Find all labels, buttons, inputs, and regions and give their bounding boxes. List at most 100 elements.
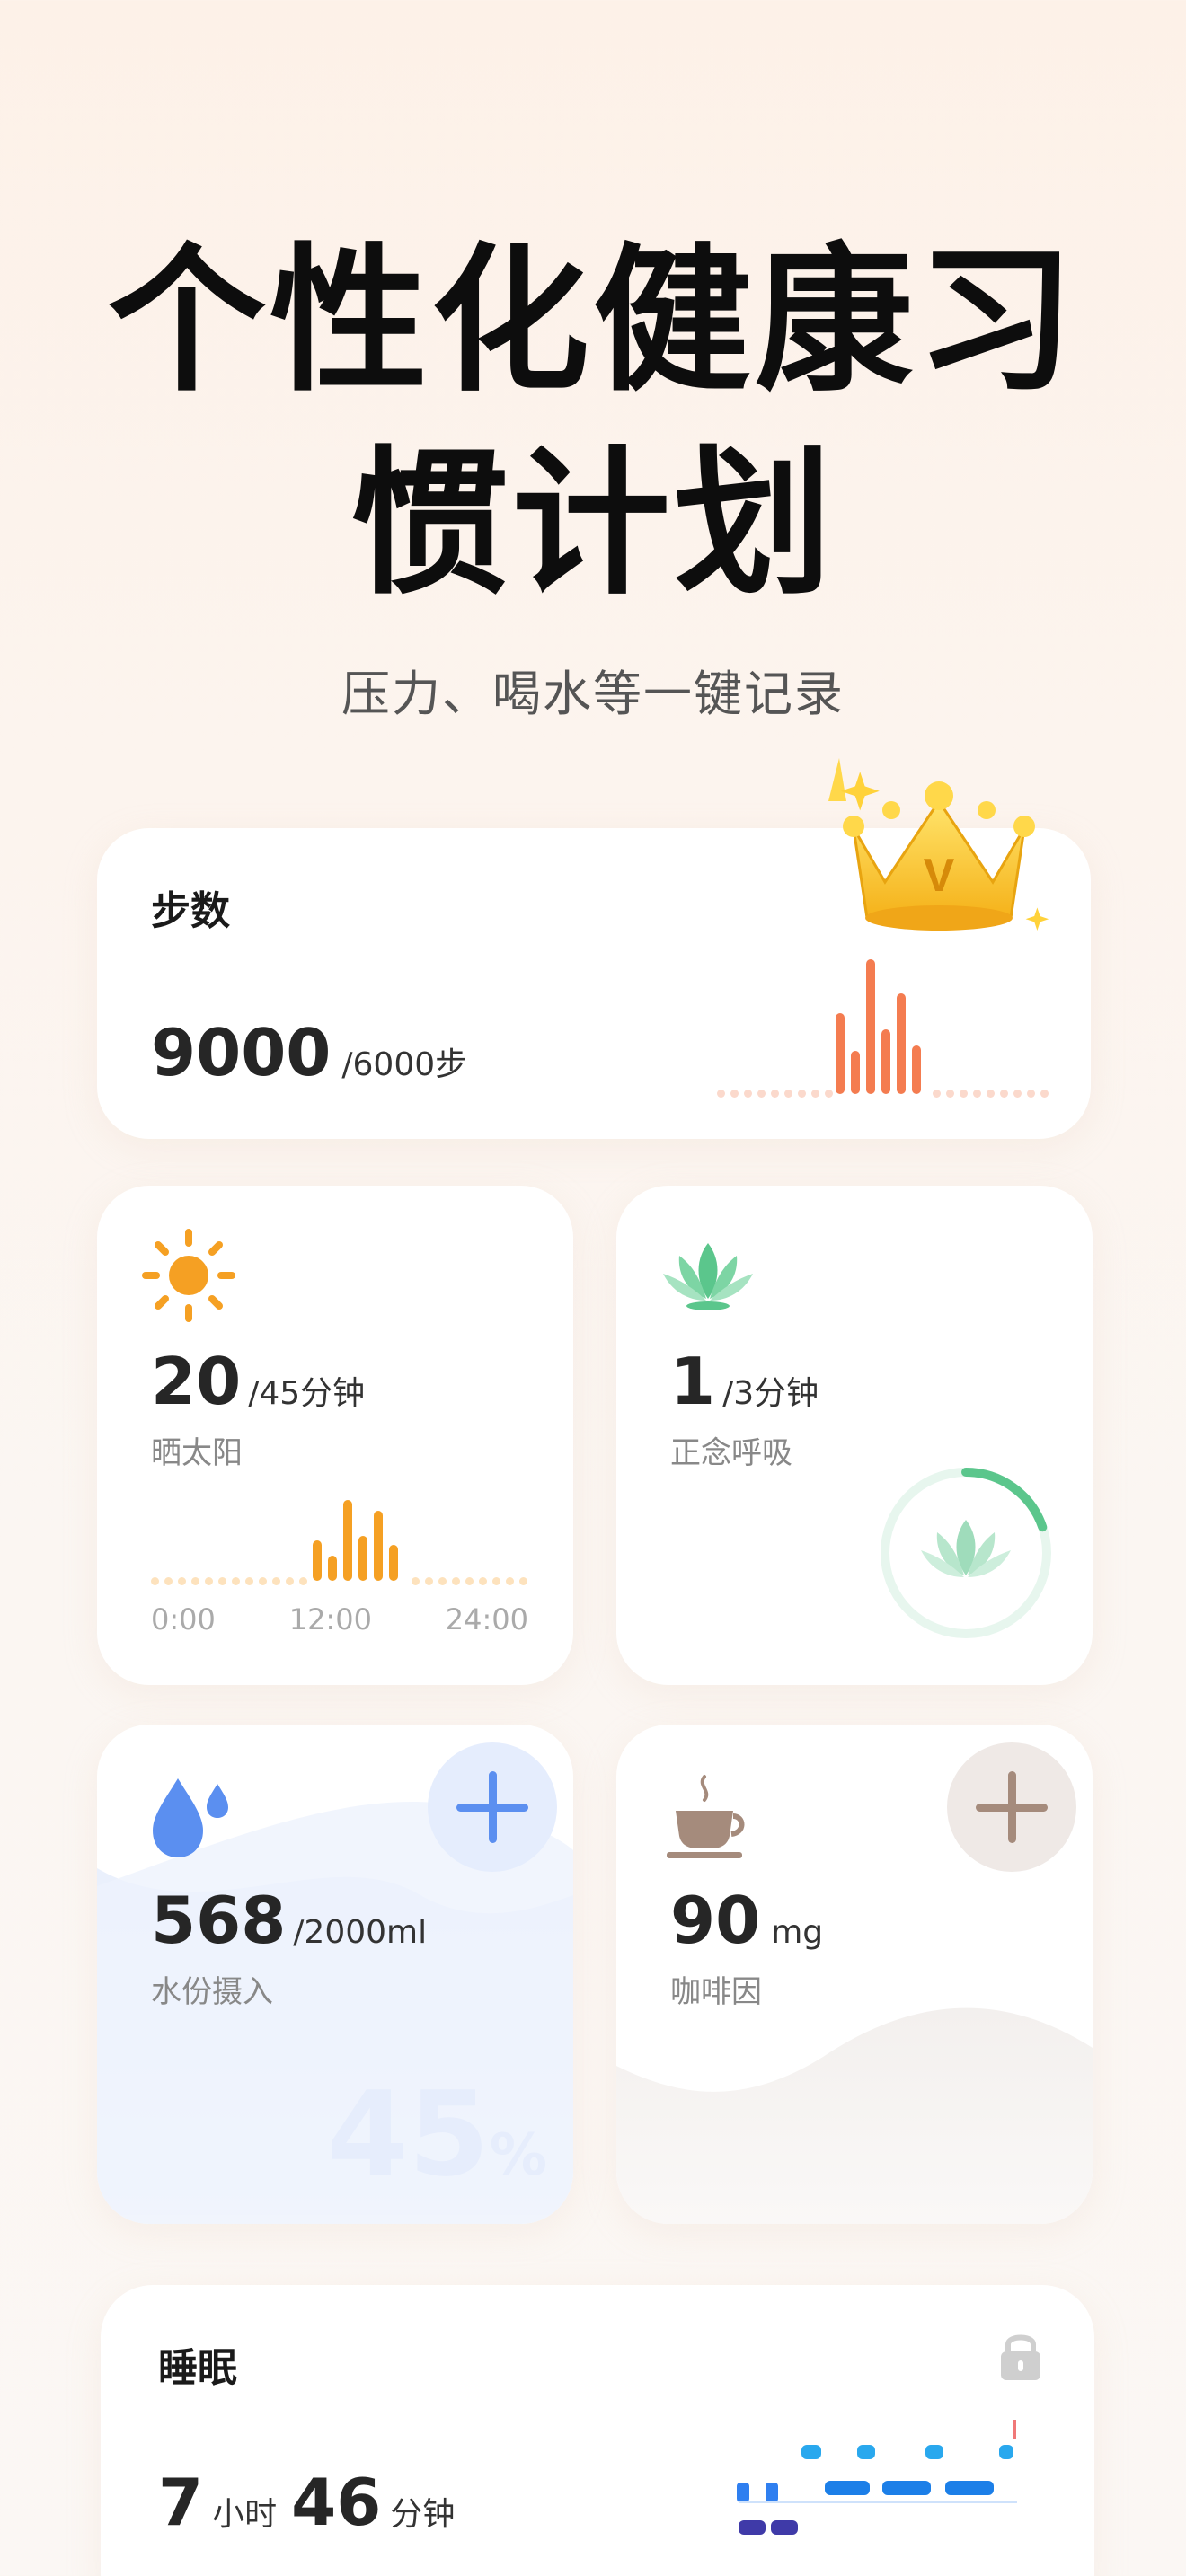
coffee-card[interactable]: 90 mg 咖啡因 — [616, 1725, 1093, 2224]
chart-dot — [191, 1577, 199, 1585]
chart-bar — [881, 1029, 890, 1094]
chart-dot — [1000, 1090, 1008, 1098]
sun-label: 晒太阳 — [151, 1435, 243, 1471]
water-value-row: 568 /2000ml — [151, 1883, 427, 1958]
sun-bars — [313, 1491, 412, 1581]
chart-bar — [358, 1536, 367, 1581]
steps-value: 9000 — [151, 1015, 332, 1090]
chart-dot — [771, 1090, 779, 1098]
water-percent-value: 45 — [327, 2066, 490, 2202]
chart-dot — [218, 1577, 226, 1585]
sun-value-row: 20 /45分钟 — [151, 1344, 365, 1419]
hero-title-line1: 个性化健康习 — [107, 229, 1078, 413]
chart-dot — [412, 1577, 420, 1585]
chart-dot — [205, 1577, 213, 1585]
chart-dot — [1027, 1090, 1035, 1098]
chart-dot — [438, 1577, 447, 1585]
chart-dot — [506, 1577, 514, 1585]
steps-dots-left — [717, 1090, 833, 1098]
water-value: 568 — [151, 1883, 287, 1958]
mindful-value-row: 1 /3分钟 — [670, 1344, 819, 1419]
chart-dot — [730, 1090, 739, 1098]
chart-dot — [973, 1090, 981, 1098]
chart-dot — [1013, 1090, 1022, 1098]
crown-letter: V — [924, 850, 955, 902]
coffee-value: 90 — [670, 1883, 761, 1958]
chart-dot — [151, 1577, 159, 1585]
chart-dot — [232, 1577, 240, 1585]
chart-dot — [825, 1090, 833, 1098]
chart-bar — [374, 1511, 383, 1581]
water-percent-sign: % — [489, 2122, 548, 2189]
water-card[interactable]: 568 /2000ml 水份摄入 45 % — [97, 1725, 573, 2224]
steps-bars — [836, 959, 934, 1094]
chart-bar — [897, 992, 906, 1094]
sun-dots-left — [151, 1577, 307, 1585]
chart-dot — [178, 1577, 186, 1585]
sleep-title: 睡眠 — [158, 2345, 237, 2391]
crown-icon: V — [827, 747, 1051, 936]
sun-goal: /45分钟 — [248, 1375, 366, 1412]
chart-dot — [757, 1090, 766, 1098]
chart-dot — [465, 1577, 474, 1585]
steps-chart — [717, 954, 1049, 1098]
sun-chart: 0:00 12:00 24:00 — [151, 1491, 528, 1636]
chart-dot — [452, 1577, 460, 1585]
chart-dot — [245, 1577, 253, 1585]
chart-bar — [836, 1013, 845, 1094]
coffee-unit: mg — [771, 1914, 824, 1951]
sleep-minutes: 46 — [291, 2465, 382, 2540]
mindful-progress-ring — [877, 1464, 1055, 1645]
chart-dot — [798, 1090, 806, 1098]
water-label: 水份摄入 — [151, 1974, 273, 2010]
chart-bar — [313, 1540, 322, 1581]
chart-dot — [946, 1090, 954, 1098]
sun-card[interactable]: 20 /45分钟 晒太阳 0:00 12:00 24:00 — [97, 1186, 573, 1685]
mindful-card[interactable]: 1 /3分钟 正念呼吸 — [616, 1186, 1093, 1685]
chart-dot — [717, 1090, 725, 1098]
sleep-minutes-unit: 分钟 — [390, 2496, 456, 2533]
chart-bar — [851, 1051, 860, 1094]
chart-dot — [492, 1577, 500, 1585]
sleep-hours: 7 — [158, 2465, 204, 2540]
chart-dot — [1040, 1090, 1049, 1098]
water-drop-icon — [140, 1766, 239, 1868]
chart-bar — [343, 1500, 352, 1581]
steps-dots-right — [933, 1090, 1049, 1098]
chart-dot — [744, 1090, 752, 1098]
chart-dot — [259, 1577, 267, 1585]
steps-value-row: 9000 /6000步 — [151, 1015, 467, 1090]
coffee-cup-icon — [658, 1769, 751, 1866]
mindful-value: 1 — [670, 1344, 716, 1419]
coffee-value-row: 90 mg — [670, 1883, 823, 1958]
water-goal: /2000ml — [293, 1914, 428, 1951]
mindful-label: 正念呼吸 — [670, 1435, 792, 1471]
chart-dot — [811, 1090, 819, 1098]
sun-icon — [140, 1227, 237, 1328]
chart-dot — [784, 1090, 792, 1098]
chart-bar — [866, 959, 875, 1094]
chart-dot — [272, 1577, 280, 1585]
sleep-card[interactable]: 睡眠 7 小时 46 分钟 — [101, 2285, 1094, 2576]
chart-dot — [164, 1577, 173, 1585]
sun-axis: 0:00 12:00 24:00 — [151, 1602, 528, 1636]
chart-dot — [479, 1577, 487, 1585]
sun-axis-start: 0:00 — [151, 1602, 216, 1636]
steps-title: 步数 — [151, 888, 230, 934]
mindful-goal: /3分钟 — [722, 1375, 819, 1412]
chart-bar — [389, 1545, 398, 1581]
sleep-chart — [730, 2420, 1035, 2549]
chart-bar — [912, 1045, 921, 1094]
sun-dots-right — [412, 1577, 527, 1585]
chart-dot — [519, 1577, 527, 1585]
sun-axis-mid: 12:00 — [288, 1602, 372, 1636]
add-coffee-button[interactable] — [947, 1742, 1076, 1872]
hero-title: 个性化健康习 惯计划 — [0, 220, 1186, 626]
add-water-button[interactable] — [428, 1742, 557, 1872]
lotus-icon — [659, 1236, 757, 1320]
chart-dot — [987, 1090, 995, 1098]
chart-dot — [286, 1577, 294, 1585]
water-percent: 45 % — [327, 2066, 547, 2202]
chart-bar — [328, 1556, 337, 1581]
coffee-label: 咖啡因 — [670, 1974, 762, 2010]
